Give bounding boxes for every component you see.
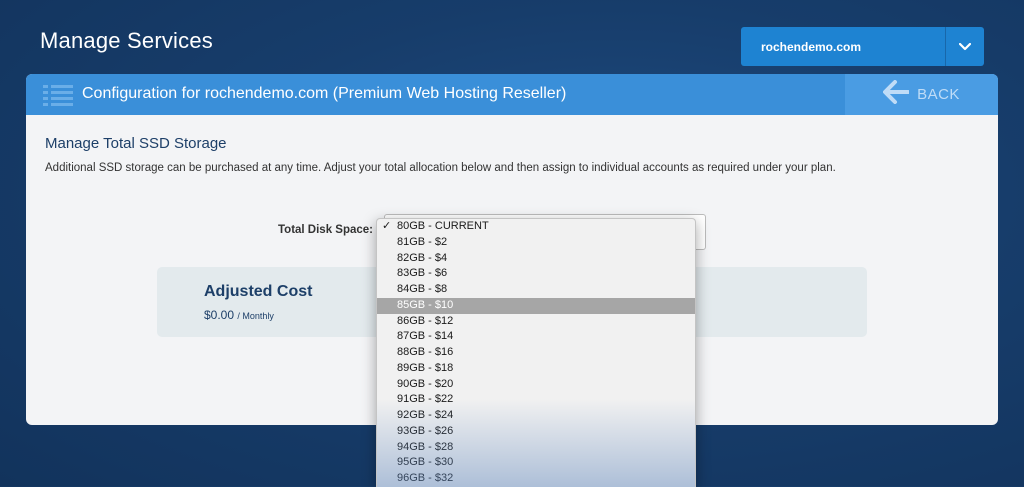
chevron-down-icon[interactable] bbox=[945, 27, 984, 66]
dropdown-option-label: 89GB - $18 bbox=[397, 361, 454, 374]
dropdown-option-label: 90GB - $20 bbox=[397, 377, 454, 390]
dropdown-option[interactable]: 89GB - $18 bbox=[377, 361, 695, 377]
checkmark-icon: ✓ bbox=[382, 220, 392, 232]
dropdown-option[interactable]: 88GB - $16 bbox=[377, 345, 695, 361]
dropdown-option[interactable]: 92GB - $24 bbox=[377, 408, 695, 424]
description: Additional SSD storage can be purchased … bbox=[45, 162, 836, 174]
dropdown-option-list: ✓ 80GB - CURRENT 81GB - $2 82GB - $4 83GB - … bbox=[377, 219, 695, 487]
dropdown-option[interactable]: 91GB - $22 bbox=[377, 392, 695, 408]
dropdown-option[interactable]: 93GB - $26 bbox=[377, 424, 695, 440]
adjusted-cost-value: $0.00 / Monthly bbox=[204, 308, 274, 322]
section-title: Manage Total SSD Storage bbox=[45, 135, 227, 152]
dropdown-option-label: 92GB - $24 bbox=[397, 409, 454, 421]
dropdown-option[interactable]: 82GB - $4 bbox=[377, 251, 695, 267]
dropdown-option-label: 96GB - $32 bbox=[397, 472, 454, 484]
dropdown-option-label: 85GB - $10 bbox=[397, 298, 454, 311]
card-header: Configuration for rochendemo.com (Premiu… bbox=[26, 74, 998, 115]
dropdown-option[interactable]: 96GB - $32 bbox=[377, 471, 695, 487]
page-title: Manage Services bbox=[40, 28, 213, 53]
back-label: BACK bbox=[917, 86, 960, 103]
dropdown-option-label: 82GB - $4 bbox=[397, 251, 448, 264]
dropdown-option[interactable]: 81GB - $2 bbox=[377, 235, 695, 251]
dropdown-option-label: 91GB - $22 bbox=[397, 393, 454, 406]
list-icon bbox=[43, 83, 73, 112]
domain-select[interactable]: rochendemo.com bbox=[741, 27, 984, 66]
dropdown-option-label: 87GB - $14 bbox=[397, 330, 454, 343]
cost-amount: $0.00 bbox=[204, 308, 235, 322]
dropdown-option[interactable]: 95GB - $30 bbox=[377, 455, 695, 471]
dropdown-option-label: 81GB - $2 bbox=[397, 235, 448, 248]
arrow-left-icon bbox=[883, 80, 911, 109]
dropdown-option[interactable]: ✓ 80GB - CURRENT bbox=[377, 219, 695, 235]
dropdown-option-label: 88GB - $16 bbox=[397, 346, 454, 358]
dropdown-option-label: 86GB - $12 bbox=[397, 314, 454, 327]
dropdown-option-label: 83GB - $6 bbox=[397, 267, 448, 280]
dropdown-option[interactable]: 86GB - $12 bbox=[377, 314, 695, 330]
dropdown-option-label: 95GB - $30 bbox=[397, 456, 454, 469]
cost-unit: / Monthly bbox=[237, 311, 274, 321]
dropdown-option[interactable]: 94GB - $28 bbox=[377, 440, 695, 456]
dropdown-option-label: 94GB - $28 bbox=[397, 440, 454, 453]
dropdown-option[interactable]: 85GB - $10 bbox=[377, 297, 695, 314]
domain-select-value: rochendemo.com bbox=[761, 39, 862, 54]
disk-space-label: Total Disk Space: bbox=[278, 224, 374, 236]
dropdown-option[interactable]: 87GB - $14 bbox=[377, 329, 695, 345]
adjusted-cost-title: Adjusted Cost bbox=[204, 283, 313, 300]
disk-space-dropdown-menu[interactable]: ✓ 80GB - CURRENT 81GB - $2 82GB - $4 83GB - … bbox=[376, 218, 696, 487]
back-button[interactable]: BACK bbox=[845, 74, 998, 115]
dropdown-option-label: 93GB - $26 bbox=[397, 424, 454, 437]
dropdown-option[interactable]: 90GB - $20 bbox=[377, 377, 695, 393]
dropdown-option[interactable]: 83GB - $6 bbox=[377, 266, 695, 282]
card-header-title: Configuration for rochendemo.com (Premiu… bbox=[82, 85, 567, 102]
dropdown-option-label: 80GB - CURRENT bbox=[397, 220, 489, 232]
dropdown-option[interactable]: 84GB - $8 bbox=[377, 282, 695, 298]
dropdown-option-label: 84GB - $8 bbox=[397, 283, 448, 295]
